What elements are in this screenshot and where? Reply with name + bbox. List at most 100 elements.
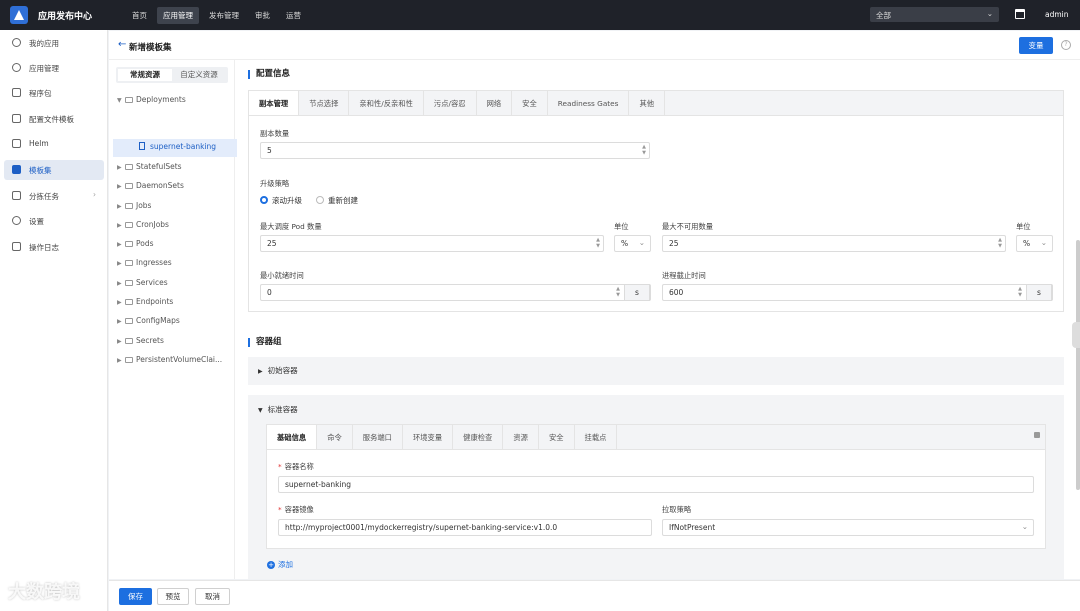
tab-replicas[interactable]: 副本管理 — [249, 91, 300, 115]
min-ready-input[interactable]: 0 ▲ ▼ s — [260, 284, 651, 301]
nav-release-management[interactable]: 发布管理 — [203, 7, 245, 24]
stepper-icon[interactable]: ▲ ▼ — [1018, 286, 1022, 298]
radio-rolling-update[interactable]: 滚动升级 — [260, 195, 302, 206]
progress-deadline-input[interactable]: 600 ▲ ▼ s — [662, 284, 1053, 301]
watermark: 大数跨境 — [8, 582, 80, 603]
tree-node[interactable]: ▶ Ingresses — [117, 258, 172, 267]
sidebar-item-label: 模板集 — [29, 166, 52, 175]
cancel-button[interactable]: 取消 — [195, 588, 230, 605]
standard-containers-header[interactable]: ▼ 标准容器 — [248, 404, 298, 415]
panel-expander-handle[interactable] — [1072, 322, 1080, 348]
sidebar-item-settings[interactable]: 设置 — [4, 211, 104, 231]
tab-affinity[interactable]: 亲和性/反亲和性 — [349, 91, 424, 115]
tab-service-ports[interactable]: 服务端口 — [353, 425, 403, 449]
tree-node[interactable]: ▶ Secrets — [117, 336, 164, 345]
scrollbar[interactable] — [1076, 240, 1080, 490]
tab-basic-info[interactable]: 基础信息 — [267, 425, 318, 449]
tree-node[interactable]: ▶ PersistentVolumeClai... — [117, 355, 222, 364]
tree-node-label: Pods — [136, 239, 154, 248]
tree-node[interactable]: ▶ Endpoints — [117, 297, 173, 306]
tab-health-check[interactable]: 健康检查 — [453, 425, 504, 449]
folder-icon — [125, 222, 133, 228]
sidebar-item-sorting-tasks[interactable]: 分拣任务 › — [4, 186, 104, 206]
tab-env-vars[interactable]: 环境变量 — [403, 425, 454, 449]
tab-readiness-gates[interactable]: Readiness Gates — [548, 91, 630, 115]
back-arrow-icon[interactable]: ← — [118, 39, 126, 50]
tree-node[interactable]: ▶ ConfigMaps — [117, 316, 180, 325]
folder-icon — [125, 241, 133, 247]
caret-right-icon: ▶ — [117, 299, 122, 306]
help-icon[interactable]: ? — [1061, 40, 1071, 50]
preview-button[interactable]: 预览 — [157, 588, 189, 605]
collapse-label: 标准容器 — [267, 405, 298, 414]
max-surge-unit-select[interactable]: % ⌄ — [614, 235, 651, 252]
sidebar-item-my-apps[interactable]: 我的应用 — [4, 33, 104, 53]
sidebar-item-template-sets[interactable]: 模板集 — [4, 160, 104, 180]
tree-node[interactable]: ▼ Deployments — [117, 95, 186, 104]
tree-node[interactable]: ▶ CronJobs — [117, 220, 169, 229]
max-unavailable-value: 25 — [669, 239, 679, 248]
tab-other[interactable]: 其他 — [629, 91, 666, 115]
tree-node-label: ConfigMaps — [136, 316, 180, 325]
calendar-icon[interactable] — [1015, 9, 1025, 19]
container-name-input[interactable]: supernet-banking — [278, 476, 1034, 493]
max-surge-value: 25 — [267, 239, 277, 248]
sidebar-item-label: 设置 — [29, 217, 44, 226]
config-tabs: 副本管理 节点选择 亲和性/反亲和性 污点/容忍 网络 安全 Readiness… — [249, 91, 1063, 116]
tab-security[interactable]: 安全 — [512, 91, 548, 115]
caret-right-icon: ▶ — [117, 338, 122, 345]
replicas-value: 5 — [267, 146, 272, 155]
tree-node[interactable]: ▶ DaemonSets — [117, 181, 184, 190]
stepper-icon[interactable]: ▲ ▼ — [642, 144, 646, 156]
add-container-link[interactable]: + 添加 — [267, 559, 293, 570]
max-unavailable-input[interactable]: 25 ▲ ▼ — [662, 235, 1006, 252]
container-image-input[interactable]: http://myproject0001/mydockerregistry/su… — [278, 519, 652, 536]
tab-resources[interactable]: 资源 — [503, 425, 539, 449]
sidebar-item-operation-logs[interactable]: 操作日志 — [4, 237, 104, 257]
replicas-input[interactable]: 5 ▲ ▼ — [260, 142, 650, 159]
tab-custom-resources[interactable]: 自定义资源 — [172, 69, 226, 81]
nav-operations[interactable]: 运营 — [280, 7, 307, 24]
tab-security[interactable]: 安全 — [539, 425, 575, 449]
folder-icon — [125, 299, 133, 305]
sidebar-item-packages[interactable]: 程序包 — [4, 83, 104, 103]
nav-app-management[interactable]: 应用管理 — [157, 7, 199, 24]
variables-button[interactable]: 变量 — [1019, 37, 1053, 54]
tree-node[interactable]: ▶ Jobs — [117, 201, 151, 210]
radio-recreate[interactable]: 重新创建 — [316, 195, 358, 206]
init-containers-header[interactable]: ▶ 初始容器 — [248, 357, 1064, 385]
app-title: 应用发布中心 — [38, 12, 93, 22]
tab-tolerations[interactable]: 污点/容忍 — [424, 91, 477, 115]
folder-icon — [12, 114, 21, 123]
tab-network[interactable]: 网络 — [477, 91, 513, 115]
pull-policy-select[interactable]: IfNotPresent ⌄ — [662, 519, 1034, 536]
tasks-icon — [12, 191, 21, 200]
tab-command[interactable]: 命令 — [317, 425, 353, 449]
save-button[interactable]: 保存 — [119, 588, 152, 605]
tab-regular-resources[interactable]: 常规资源 — [118, 69, 172, 81]
tree-node-label: PersistentVolumeClai... — [136, 355, 223, 364]
chevron-down-icon: ⌄ — [1021, 522, 1028, 531]
sidebar-item-config-templates[interactable]: 配置文件模板 — [4, 109, 104, 129]
app-logo[interactable] — [10, 6, 28, 24]
tree-node[interactable]: ▶ Services — [117, 278, 168, 287]
tree-node[interactable]: ▶ StatefulSets — [117, 162, 182, 171]
tab-node-selector[interactable]: 节点选择 — [299, 91, 350, 115]
tree-node[interactable]: ▶ Pods — [117, 239, 154, 248]
stepper-icon[interactable]: ▲ ▼ — [616, 286, 620, 298]
trash-icon[interactable] — [1034, 432, 1040, 438]
stepper-icon[interactable]: ▲ ▼ — [596, 237, 600, 249]
sidebar-item-helm[interactable]: Helm — [4, 134, 104, 154]
page-title: 新增模板集 — [129, 43, 172, 53]
tree-child-node[interactable]: supernet-banking — [139, 142, 216, 151]
sidebar-item-label: 我的应用 — [29, 39, 59, 48]
max-surge-input[interactable]: 25 ▲ ▼ — [260, 235, 604, 252]
stepper-icon[interactable]: ▲ ▼ — [998, 237, 1002, 249]
scope-select[interactable]: 全部 ⌄ — [870, 7, 999, 22]
tab-mounts[interactable]: 挂载点 — [575, 425, 618, 449]
nav-approval[interactable]: 审批 — [249, 7, 276, 24]
max-unavailable-unit-select[interactable]: % ⌄ — [1016, 235, 1053, 252]
sidebar-item-app-management[interactable]: 应用管理 — [4, 58, 104, 78]
user-name[interactable]: admin — [1045, 10, 1069, 19]
nav-home[interactable]: 首页 — [126, 7, 153, 24]
